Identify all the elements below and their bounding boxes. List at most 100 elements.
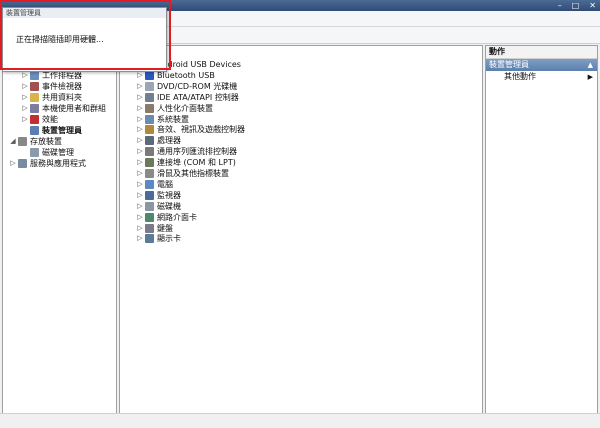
- device-category-label: 人性化介面裝置: [157, 103, 213, 113]
- expand-icon[interactable]: ▷: [21, 103, 29, 114]
- expand-icon[interactable]: ▷: [136, 179, 144, 190]
- device-icon: [145, 136, 154, 146]
- close-icon[interactable]: ✕: [589, 0, 596, 11]
- device-icon: [145, 223, 154, 233]
- tree-item[interactable]: ◢ 存放裝置: [9, 136, 62, 147]
- actions-header: 動作: [486, 46, 597, 59]
- actions-pane: 動作 裝置管理員 ▲ 其他動作 ▶: [485, 45, 598, 414]
- device-category-item[interactable]: ▷ 滑鼠及其他指標裝置: [136, 168, 229, 179]
- device-icon: [145, 201, 154, 211]
- tree-item[interactable]: ▷ 效能: [21, 114, 58, 125]
- device-icon: [145, 179, 154, 189]
- device-category-item[interactable]: ▷ DVD/CD-ROM 光碟機: [136, 81, 237, 92]
- collapse-icon[interactable]: ▲: [588, 59, 593, 71]
- device-category-item[interactable]: ▷ 系統裝置: [136, 114, 189, 125]
- device-icon: [145, 81, 154, 91]
- device-category-label: 鍵盤: [157, 223, 173, 233]
- device-category-item[interactable]: ▷ 音效、視訊及遊戲控制器: [136, 124, 245, 135]
- tree-item[interactable]: 磁碟管理: [21, 147, 74, 158]
- expand-icon[interactable]: ▷: [136, 81, 144, 92]
- device-icon: [145, 103, 154, 113]
- device-icon: [145, 70, 154, 80]
- device-category-item[interactable]: ▷ 網路介面卡: [136, 212, 197, 223]
- expand-icon[interactable]: ▷: [136, 168, 144, 179]
- device-icon: [145, 234, 154, 244]
- device-icon: [145, 169, 154, 178]
- expand-icon[interactable]: ▷: [136, 157, 144, 168]
- window-controls: – □ ✕: [558, 0, 596, 11]
- device-category-label: 磁碟機: [157, 201, 181, 211]
- device-category-label: 系統裝置: [157, 114, 189, 124]
- expand-icon[interactable]: ▷: [136, 190, 144, 201]
- status-bar: [0, 413, 600, 428]
- node-icon: [30, 115, 39, 124]
- device-category-item[interactable]: ▷ 處理器: [136, 135, 181, 146]
- device-category-item[interactable]: ▷ 監視器: [136, 190, 181, 201]
- device-category-item[interactable]: ▷ 電腦: [136, 179, 173, 190]
- tree-item-label: 共用資料夾: [42, 93, 82, 102]
- tree-item[interactable]: ▷ 服務與應用程式: [9, 158, 86, 169]
- node-icon: [18, 137, 27, 146]
- device-category-label: 滑鼠及其他指標裝置: [157, 169, 229, 178]
- device-icon: [145, 212, 154, 222]
- device-icon: [145, 125, 154, 135]
- expand-icon[interactable]: ▷: [136, 135, 144, 146]
- minimize-icon[interactable]: –: [558, 0, 562, 11]
- device-icon: [145, 92, 154, 102]
- device-category-item[interactable]: ▷ 通用序列匯流排控制器: [136, 146, 237, 157]
- expand-icon[interactable]: ▷: [136, 114, 144, 125]
- expand-icon[interactable]: ▷: [136, 212, 144, 223]
- node-icon: [30, 93, 39, 102]
- node-icon: [30, 126, 39, 135]
- expand-icon[interactable]: ▷: [136, 233, 144, 244]
- device-category-label: DVD/CD-ROM 光碟機: [157, 81, 238, 91]
- tree-item[interactable]: 裝置管理員: [21, 125, 82, 136]
- node-icon: [18, 159, 27, 168]
- device-category-item[interactable]: ▷ 鍵盤: [136, 223, 173, 234]
- node-icon: [30, 104, 39, 113]
- tree-item-label: 裝置管理員: [42, 126, 82, 135]
- tree-item[interactable]: ▷ 事件檢視器: [21, 81, 82, 92]
- expand-icon[interactable]: ▷: [21, 114, 29, 125]
- tree-item[interactable]: ▷ 共用資料夾: [21, 92, 82, 103]
- expand-icon[interactable]: ▷: [136, 146, 144, 157]
- device-category-item[interactable]: ▷ IDE ATA/ATAPI 控制器: [136, 92, 239, 103]
- device-category-label: 處理器: [157, 136, 181, 146]
- node-icon: [30, 71, 39, 80]
- device-icon: [145, 158, 154, 168]
- device-icon: [145, 190, 154, 200]
- expand-icon[interactable]: ▷: [21, 81, 29, 92]
- device-category-label: 網路介面卡: [157, 212, 197, 222]
- maximize-icon[interactable]: □: [572, 0, 580, 11]
- submenu-arrow-icon: ▶: [587, 73, 593, 81]
- expand-icon[interactable]: ▷: [9, 158, 17, 169]
- device-category-item[interactable]: ▷ 人性化介面裝置: [136, 103, 213, 114]
- tree-item-label: 磁碟管理: [42, 148, 74, 157]
- device-category-item[interactable]: ▷ 磁碟機: [136, 201, 181, 212]
- console-tree-pane: ◢系統工具▷工作排程器▷事件檢視器▷共用資料夾▷本機使用者和群組▷效能裝置管理員…: [2, 45, 117, 414]
- node-icon: [30, 82, 39, 91]
- device-category-label: 顯示卡: [157, 234, 181, 244]
- device-category-item[interactable]: ▷ 連接埠 (COM 和 LPT): [136, 157, 236, 168]
- node-icon: [30, 148, 39, 157]
- more-actions-item[interactable]: 其他動作 ▶: [486, 71, 597, 83]
- device-category-label: IDE ATA/ATAPI 控制器: [157, 92, 239, 102]
- device-category-label: 通用序列匯流排控制器: [157, 147, 237, 157]
- red-highlight-box: [0, 0, 171, 70]
- actions-section-device-manager[interactable]: 裝置管理員 ▲: [486, 59, 597, 71]
- actions-section-label: 裝置管理員: [489, 60, 529, 69]
- device-category-label: 音效、視訊及遊戲控制器: [157, 125, 245, 135]
- expand-icon[interactable]: ▷: [21, 92, 29, 103]
- expand-icon[interactable]: ▷: [136, 223, 144, 234]
- expand-icon[interactable]: ▷: [136, 124, 144, 135]
- tree-item-label: 事件檢視器: [42, 82, 82, 91]
- expand-icon[interactable]: ▷: [136, 201, 144, 212]
- more-actions-label: 其他動作: [504, 72, 536, 81]
- device-category-label: 連接埠 (COM 和 LPT): [157, 158, 236, 168]
- device-category-item[interactable]: ▷ 顯示卡: [136, 233, 181, 244]
- expand-icon[interactable]: ▷: [136, 103, 144, 114]
- device-tree-pane: ◢ 64 ▷Android USB Devices▷Bluetooth USB▷…: [119, 45, 483, 414]
- expand-icon[interactable]: ◢: [9, 136, 17, 147]
- tree-item[interactable]: ▷ 本機使用者和群組: [21, 103, 106, 114]
- expand-icon[interactable]: ▷: [136, 92, 144, 103]
